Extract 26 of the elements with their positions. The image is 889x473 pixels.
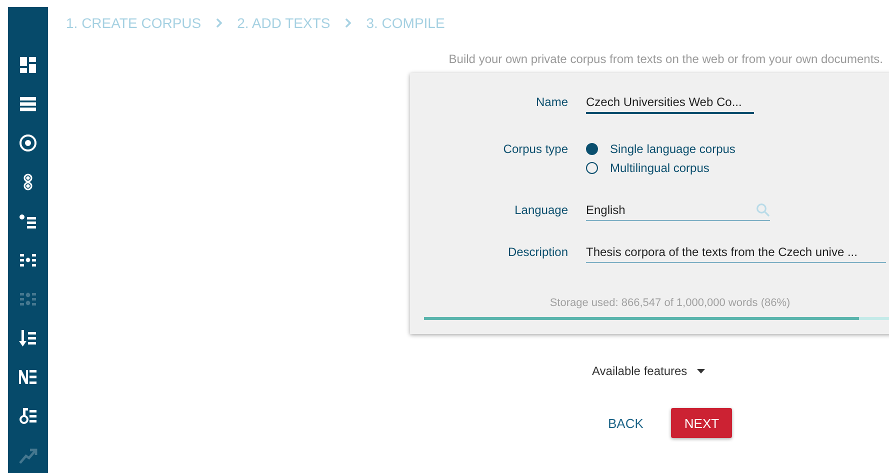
field-label: Name <box>534 94 568 111</box>
radio-label[interactable]: Single language corpus <box>610 142 736 156</box>
input-field[interactable]: Thesis corpora of the texts from the Czech unive ... <box>586 241 886 263</box>
chevron-icon <box>344 18 352 28</box>
key-list-icon[interactable] <box>18 406 38 426</box>
search-field[interactable]: English <box>586 199 770 221</box>
storage-text: Storage used: 866,547 of 1,000,000 words (86%) <box>548 297 792 309</box>
chevron-icon <box>215 18 224 28</box>
input-field[interactable]: Czech Universities Web Co... <box>586 91 754 114</box>
radio-button[interactable] <box>586 143 598 155</box>
dropdown-caret-icon[interactable] <box>697 368 706 374</box>
field-label: Description <box>506 244 568 261</box>
search-icon <box>756 202 770 216</box>
intro-text: Build your own private corpus from texts on the web or from your own documents. <box>448 52 883 66</box>
sort-down-icon[interactable] <box>18 328 38 348</box>
radio-button[interactable] <box>586 162 598 174</box>
features-dropdown[interactable]: Available features <box>592 364 688 378</box>
list-icon[interactable] <box>18 94 38 114</box>
field-label: Corpus type <box>502 141 568 158</box>
target-icon[interactable] <box>18 133 38 153</box>
radio-label[interactable]: Multilingual corpus <box>610 161 710 175</box>
back-button[interactable]: BACK <box>598 408 654 438</box>
next-button[interactable]: NEXT <box>671 408 732 438</box>
field-label: Language <box>514 202 568 219</box>
dashboard-icon[interactable] <box>18 55 38 75</box>
numbered-list-icon[interactable] <box>18 367 38 387</box>
